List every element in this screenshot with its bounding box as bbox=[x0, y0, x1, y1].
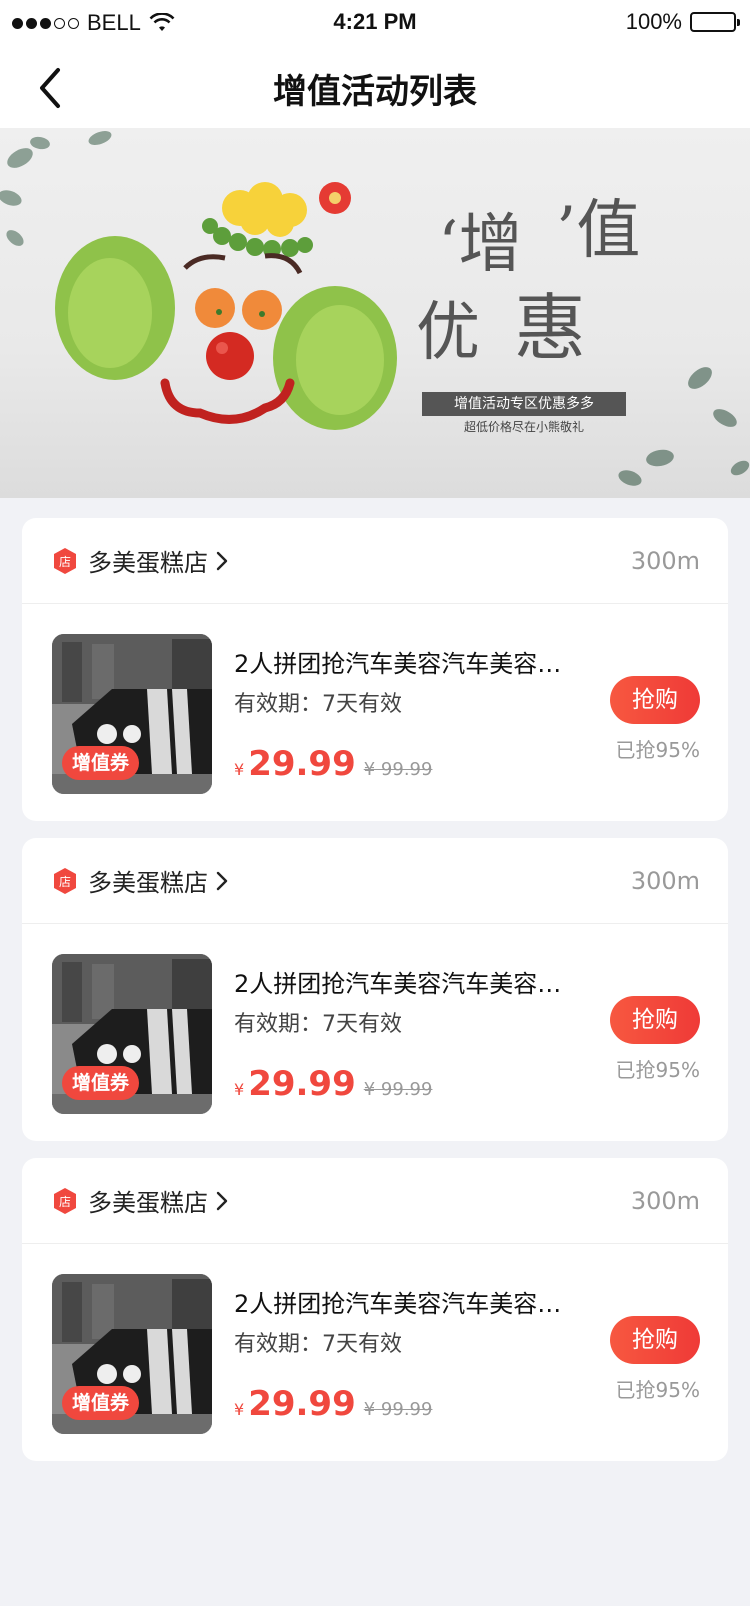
activity-card[interactable]: 店 多美蛋糕店 300m 增值券 2人拼团抢汽车美容汽车美容汽车 有效期：7天有… bbox=[22, 518, 728, 821]
store-distance: 300m bbox=[630, 546, 700, 575]
product-title: 2人拼团抢汽车美容汽车美容汽车美容 bbox=[234, 970, 584, 998]
activity-card[interactable]: 店 多美蛋糕店 300m 增值券 2人拼团抢汽车美容汽车美容汽车 有效期：7天有… bbox=[22, 838, 728, 1141]
store-icon: 店 bbox=[54, 867, 76, 894]
sale-price: 29.99 bbox=[248, 744, 356, 784]
sale-price: 29.99 bbox=[248, 1064, 356, 1104]
buy-button[interactable]: 抢购 bbox=[610, 676, 700, 724]
activity-list: 店 多美蛋糕店 300m 增值券 2人拼团抢汽车美容汽车美容汽车 有效期：7天有… bbox=[0, 498, 750, 1461]
currency-symbol: ¥ bbox=[234, 1400, 245, 1419]
product-row[interactable]: 增值券 2人拼团抢汽车美容汽车美容汽车美容 有效期：7天有效 ¥ 29.99 ¥… bbox=[22, 924, 728, 1141]
store-header[interactable]: 店 多美蛋糕店 300m bbox=[22, 518, 728, 604]
activity-card[interactable]: 店 多美蛋糕店 300m 增值券 2人拼团抢汽车美容汽车美容汽车 有效期：7天有… bbox=[22, 1158, 728, 1461]
buy-button[interactable]: 抢购 bbox=[610, 1316, 700, 1364]
store-icon: 店 bbox=[54, 547, 76, 574]
banner-headline-char: 惠 bbox=[514, 286, 587, 370]
store-name: 多美蛋糕店 bbox=[88, 1189, 208, 1217]
sale-price: 29.99 bbox=[248, 1384, 356, 1424]
product-image: 增值券 bbox=[52, 1274, 212, 1434]
product-row[interactable]: 增值券 2人拼团抢汽车美容汽车美容汽车美容 有效期：7天有效 ¥ 29.99 ¥… bbox=[22, 604, 728, 821]
currency-symbol: ¥ bbox=[234, 1080, 245, 1099]
chevron-right-icon bbox=[216, 551, 228, 570]
banner-tagline: 增值活动专区优惠多多 bbox=[422, 392, 626, 416]
svg-text:店: 店 bbox=[59, 875, 71, 889]
promo-banner[interactable]: ‘增 ’值 优 惠 增值活动专区优惠多多 超低价格尽在小熊敬礼 bbox=[0, 128, 750, 498]
sold-percentage: 已抢95% bbox=[615, 1378, 700, 1402]
battery-percentage: 100% bbox=[625, 9, 682, 34]
store-name: 多美蛋糕店 bbox=[88, 869, 208, 897]
price-row: ¥ 29.99 ¥ 99.99 bbox=[234, 1064, 432, 1104]
chevron-right-icon bbox=[216, 1191, 228, 1210]
sold-percentage: 已抢95% bbox=[615, 738, 700, 762]
coupon-badge: 增值券 bbox=[62, 1066, 140, 1100]
currency-symbol: ¥ bbox=[234, 760, 245, 779]
store-distance: 300m bbox=[630, 1186, 700, 1215]
banner-headline-char: ’值 bbox=[556, 194, 641, 268]
battery-icon bbox=[690, 12, 740, 32]
validity-text: 有效期：7天有效 bbox=[234, 1332, 402, 1357]
store-icon: 店 bbox=[54, 1187, 76, 1214]
banner-headline-char: ‘增 bbox=[438, 208, 523, 282]
coupon-badge: 增值券 bbox=[62, 1386, 140, 1420]
validity-text: 有效期：7天有效 bbox=[234, 1012, 402, 1037]
buy-button[interactable]: 抢购 bbox=[610, 996, 700, 1044]
store-name: 多美蛋糕店 bbox=[88, 549, 208, 577]
original-price: ¥ 99.99 bbox=[363, 1399, 433, 1420]
banner-headline: ‘增 ’值 优 惠 bbox=[416, 183, 668, 383]
product-image: 增值券 bbox=[52, 954, 212, 1114]
banner-subline: 超低价格尽在小熊敬礼 bbox=[463, 420, 584, 434]
store-header[interactable]: 店 多美蛋糕店 300m bbox=[22, 1158, 728, 1244]
product-image: 增值券 bbox=[52, 634, 212, 794]
svg-text:店: 店 bbox=[59, 555, 71, 569]
original-price: ¥ 99.99 bbox=[363, 1079, 433, 1100]
store-distance: 300m bbox=[630, 866, 700, 895]
status-bar: BELL 4:21 PM 100% bbox=[0, 0, 750, 44]
svg-text:店: 店 bbox=[59, 1195, 71, 1209]
original-price: ¥ 99.99 bbox=[363, 759, 433, 780]
price-row: ¥ 29.99 ¥ 99.99 bbox=[234, 744, 432, 784]
store-header[interactable]: 店 多美蛋糕店 300m bbox=[22, 838, 728, 924]
sold-percentage: 已抢95% bbox=[615, 1058, 700, 1082]
page-title: 增值活动列表 bbox=[273, 72, 477, 112]
validity-text: 有效期：7天有效 bbox=[234, 692, 402, 717]
coupon-badge: 增值券 bbox=[62, 746, 140, 780]
product-title: 2人拼团抢汽车美容汽车美容汽车美容 bbox=[234, 1290, 584, 1318]
banner-headline-char: 优 bbox=[416, 296, 480, 370]
price-row: ¥ 29.99 ¥ 99.99 bbox=[234, 1384, 432, 1424]
chevron-right-icon bbox=[216, 871, 228, 890]
navigation-bar: 增值活动列表 bbox=[0, 44, 750, 128]
product-title: 2人拼团抢汽车美容汽车美容汽车美容 bbox=[234, 650, 584, 678]
product-row[interactable]: 增值券 2人拼团抢汽车美容汽车美容汽车美容 有效期：7天有效 ¥ 29.99 ¥… bbox=[22, 1244, 728, 1461]
status-right: 100% bbox=[625, 9, 740, 35]
